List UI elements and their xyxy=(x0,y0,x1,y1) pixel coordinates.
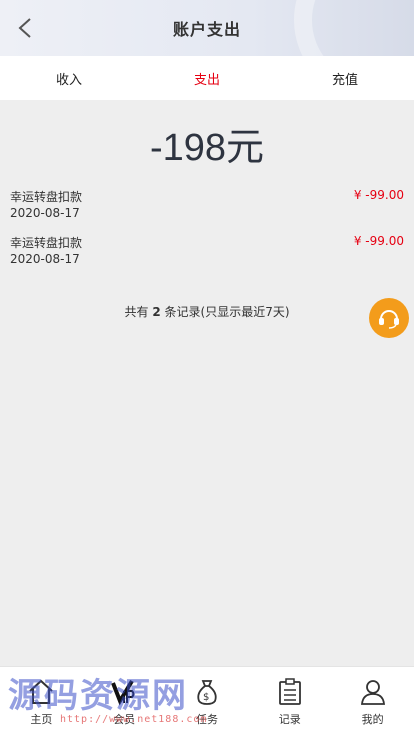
header-decoration xyxy=(294,0,414,56)
tabbar-item-records[interactable]: 记录 xyxy=(248,667,331,734)
headset-icon xyxy=(379,310,399,329)
tabbar-item-home[interactable]: 主页 xyxy=(0,667,83,734)
tab-recharge[interactable]: 充值 xyxy=(276,56,414,100)
header-bar: 账户支出 xyxy=(0,0,414,56)
tabbar-label: 会员 xyxy=(113,713,136,726)
tabbar-label: 记录 xyxy=(278,713,301,726)
record-summary: 共有 2 条记录(只显示最近7天) xyxy=(0,303,414,320)
chevron-left-icon xyxy=(18,18,31,38)
record-amount: ¥ -99.00 xyxy=(353,188,404,202)
user-icon xyxy=(360,680,385,705)
record-name: 幸运转盘扣款 xyxy=(10,190,83,204)
summary-count: 2 xyxy=(152,305,161,319)
customer-service-button[interactable] xyxy=(369,298,409,338)
clipboard-icon xyxy=(278,678,301,705)
tabbar-item-profile[interactable]: 我的 xyxy=(331,667,414,734)
total-amount: -198元 xyxy=(149,127,265,169)
record-date: 2020-08-17 xyxy=(10,206,80,220)
tabbar-item-tasks[interactable]: $ 任务 xyxy=(166,667,249,734)
tabbar-label: 主页 xyxy=(30,713,53,726)
list-item: 幸运转盘扣款 2020-08-17 ¥ -99.00 xyxy=(0,186,414,232)
record-amount: ¥ -99.00 xyxy=(353,234,404,248)
record-date: 2020-08-17 xyxy=(10,252,80,266)
money-bag-icon: $ xyxy=(197,680,217,705)
summary-suffix: 条记录(只显示最近7天) xyxy=(164,305,290,319)
tab-expense[interactable]: 支出 xyxy=(138,56,276,100)
tabbar-item-vip[interactable]: 会员 xyxy=(83,667,166,734)
tab-bar: 收入 支出 充值 xyxy=(0,56,414,100)
list-item: 幸运转盘扣款 2020-08-17 ¥ -99.00 xyxy=(0,232,414,278)
tab-income[interactable]: 收入 xyxy=(0,56,138,100)
bottom-tab-bar: 主页 会员 $ 任务 记录 我的 xyxy=(0,666,414,734)
tabbar-label: 我的 xyxy=(361,713,384,726)
home-icon xyxy=(29,679,54,704)
svg-text:$: $ xyxy=(203,692,209,703)
tabbar-label: 任务 xyxy=(195,713,218,726)
summary-prefix: 共有 xyxy=(124,305,149,319)
record-list: 幸运转盘扣款 2020-08-17 ¥ -99.00 幸运转盘扣款 2020-0… xyxy=(0,186,414,278)
record-name: 幸运转盘扣款 xyxy=(10,236,83,250)
vip-icon xyxy=(111,679,135,706)
back-button[interactable] xyxy=(10,13,40,43)
page-title: 账户支出 xyxy=(172,20,241,39)
